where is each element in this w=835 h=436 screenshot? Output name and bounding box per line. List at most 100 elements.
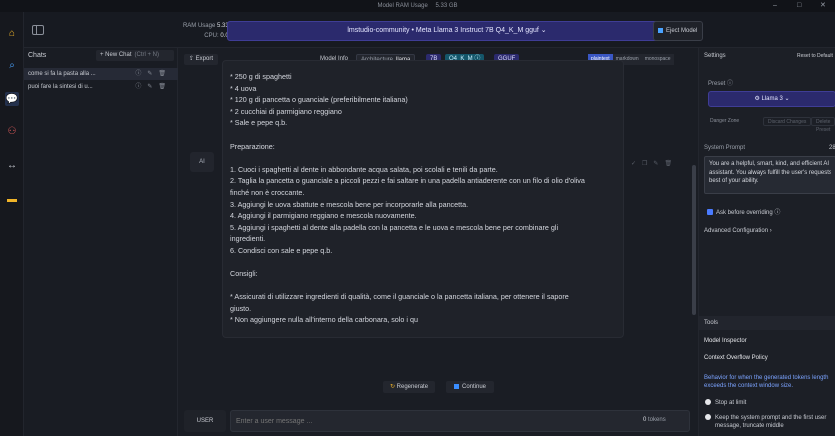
message-line: giusto. (230, 303, 252, 313)
message-line: 6. Condisci con sale e pepe q.b. (230, 245, 333, 255)
preset-label-text: Preset (708, 81, 726, 87)
edit-icon[interactable]: ✎ (147, 84, 158, 90)
info-icon[interactable]: ⓘ (135, 84, 147, 90)
ai-role-badge[interactable]: AI (190, 152, 214, 172)
home-icon[interactable]: ⌂ (5, 26, 19, 40)
user-message-input[interactable] (230, 410, 690, 432)
token-counter: 0 tokens (643, 417, 666, 423)
window-titlebar: Model RAM Usage 5.33 GB – □ ✕ (0, 0, 835, 12)
preset-label: Preset ⓘ (708, 78, 733, 87)
folder-icon[interactable]: ▬ (5, 192, 19, 206)
top-header: RAM Usage 5.33 GB CPU: 0.00 % lmstudio-c… (24, 12, 835, 48)
close-icon[interactable]: ✕ (820, 0, 826, 12)
message-line: * 4 uova (230, 83, 257, 93)
edit-icon[interactable]: ✎ (147, 71, 158, 77)
message-line: Consigli: (230, 269, 258, 279)
message-line: 4. Aggiungi il parmigiano reggiano e mes… (230, 211, 417, 221)
preset-select[interactable]: ⚙ Llama 3 ⌄ (708, 91, 835, 107)
export-button[interactable]: ⇪ Export (184, 54, 218, 65)
chat-list-item[interactable]: come si fa la pasta alla ... ⓘ✎🗑 (24, 68, 178, 80)
danger-zone-label: Danger Zone (710, 118, 740, 124)
advanced-config-toggle[interactable]: Advanced Configuration › (704, 228, 772, 234)
trash-icon[interactable]: 🗑 (158, 84, 172, 90)
trash-icon[interactable]: 🗑 (158, 71, 172, 77)
chat-list-item[interactable]: puoi fare la sintesi di u... ⓘ✎🗑 (24, 81, 178, 93)
message-actions: ✓❐✎🗑 (631, 160, 678, 167)
ram-label: RAM Usage (182, 23, 216, 29)
minimize-icon[interactable]: – (773, 0, 777, 12)
radio-icon (705, 399, 711, 406)
continue-button[interactable]: Continue (446, 381, 494, 393)
discard-changes-button[interactable]: Discard Changes (763, 117, 812, 126)
server-icon[interactable]: ⚇ (5, 124, 19, 138)
system-prompt-label: System Prompt (704, 145, 746, 151)
transfer-icon[interactable]: ↔ (5, 158, 19, 172)
message-line: 5. Aggiungi i spaghetti al dente alla pa… (230, 222, 559, 232)
info-icon[interactable]: ⓘ (135, 71, 147, 77)
chat-main: ⇪ Export Model Info Architecturellama 7B… (178, 48, 698, 436)
chat-scrollbar[interactable] (692, 165, 696, 315)
tools-section[interactable]: Tools (699, 316, 835, 330)
overflow-desc-line: exceeds the context window size. (704, 383, 794, 389)
message-line (230, 280, 622, 292)
context-overflow-description: Behavior for when the generated tokens l… (704, 374, 835, 390)
search-icon[interactable]: ⌕ (5, 58, 19, 72)
message-line: * Assicurati di utilizzare ingredienti d… (230, 292, 569, 302)
message-line: Preparazione: (230, 141, 275, 151)
context-overflow-label: Context Overflow Policy (704, 355, 768, 361)
settings-panel: Settings Reset to Default Preset ⓘ ⚙ Lla… (698, 48, 835, 436)
model-inspector-label[interactable]: Model Inspector (704, 338, 747, 344)
chat-item-label: puoi fare la sintesi di u... (28, 84, 93, 90)
checkbox-checked-icon (707, 209, 713, 216)
eject-model-button[interactable]: Eject Model (653, 21, 703, 41)
overflow-option-keep[interactable]: Keep the system prompt and the first use… (705, 414, 826, 430)
ask-overriding-checkbox[interactable]: Ask before overriding ⓘ (707, 207, 780, 216)
eject-label: Eject Model (666, 28, 698, 34)
new-chat-shortcut: (Ctrl + N) (134, 52, 160, 58)
copy-icon[interactable]: ❐ (642, 161, 653, 167)
message-line: finché non è croccante. (230, 187, 305, 197)
regenerate-button[interactable]: ↻ Regenerate (383, 381, 435, 393)
message-line: ingredienti. (230, 234, 266, 244)
trash-icon[interactable]: 🗑 (664, 161, 678, 167)
info-icon: ⓘ (774, 210, 781, 216)
system-prompt-line: best of your ability. (709, 178, 759, 184)
message-line: * 2 cucchiai di parmigiano reggiano (230, 106, 342, 116)
chat-icon[interactable]: 💬 (5, 92, 19, 106)
assistant-message: * 250 g di spaghetti * 4 uova * 120 g di p… (222, 60, 624, 338)
message-line: * Non aggiungere nulla all'interno della… (230, 315, 418, 325)
info-icon: ⓘ (727, 81, 734, 87)
play-icon (453, 383, 459, 389)
ask-overriding-label: Ask before overriding (716, 210, 773, 216)
regenerate-label: Regenerate (396, 384, 429, 390)
radio-icon (705, 414, 711, 421)
message-line: * Sale e pepe q.b. (230, 118, 288, 128)
window-title: Model RAM Usage (377, 3, 428, 9)
sidebar-toggle-icon[interactable] (32, 25, 44, 35)
option-stop-label: Stop at limit (715, 400, 747, 406)
message-line (230, 152, 622, 164)
message-text: * 250 g di spaghetti * 4 uova * 120 g di p… (230, 71, 622, 326)
maximize-icon[interactable]: □ (797, 0, 801, 12)
export-icon: ⇪ (188, 56, 196, 62)
message-line (230, 129, 622, 141)
view-mode-monospace[interactable]: monospace (641, 54, 674, 65)
settings-title: Settings (704, 53, 726, 59)
check-icon[interactable]: ✓ (631, 161, 642, 167)
new-chat-button[interactable]: + New Chat (Ctrl + N) (96, 50, 174, 61)
regenerate-icon: ↻ (389, 384, 397, 390)
system-prompt-field[interactable]: You are a helpful, smart, kind, and effi… (704, 156, 835, 194)
model-select[interactable]: lmstudio-community • Meta Llama 3 Instru… (227, 21, 667, 41)
system-prompt-line: You are a helpful, smart, kind, and effi… (709, 161, 830, 167)
window-ram: 5.33 GB (435, 3, 458, 9)
message-line: 2. Taglia la pancetta o guanciale a picc… (230, 176, 585, 186)
delete-preset-button[interactable]: Delete Preset (811, 117, 835, 133)
model-select-label: lmstudio-community • Meta Llama 3 Instru… (347, 27, 539, 34)
edit-icon[interactable]: ✎ (653, 161, 664, 167)
user-role-badge[interactable]: USER (184, 410, 226, 432)
message-line: 1. Cuoci i spaghetti al dente in abbonda… (230, 164, 498, 174)
reset-default-button[interactable]: Reset to Default (797, 53, 833, 59)
option-keep-line: message, truncate middle (715, 423, 784, 429)
overflow-option-stop[interactable]: Stop at limit (705, 399, 746, 407)
message-line: * 250 g di spaghetti (230, 72, 292, 81)
